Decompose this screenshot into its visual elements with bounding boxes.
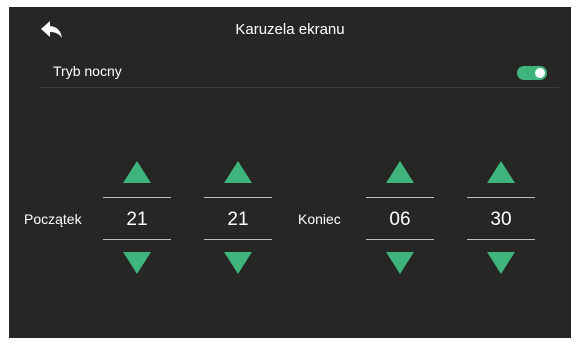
end-minute-down-button[interactable] [486, 250, 516, 276]
night-mode-label: Tryb nocny [53, 63, 122, 79]
toggle-knob [535, 68, 545, 78]
value-line [204, 239, 272, 240]
end-hour-value[interactable]: 06 [366, 209, 434, 231]
value-line [366, 197, 434, 198]
start-hour-down-button[interactable] [122, 250, 152, 276]
start-minute-down-button[interactable] [223, 250, 253, 276]
page-title: Karuzela ekranu [235, 21, 345, 38]
triangle-up-icon [386, 161, 414, 183]
end-minute-up-button[interactable] [486, 159, 516, 185]
triangle-up-icon [224, 161, 252, 183]
start-hour-spinner: 21 [103, 157, 171, 281]
screen: Karuzela ekranu Tryb nocny Początek 21 2… [9, 7, 571, 338]
divider [39, 87, 559, 88]
start-minute-value[interactable]: 21 [204, 209, 272, 231]
end-label: Koniec [298, 211, 341, 227]
start-hour-up-button[interactable] [122, 159, 152, 185]
end-minute-value[interactable]: 30 [467, 209, 535, 231]
start-label: Początek [24, 211, 82, 227]
night-mode-toggle[interactable] [517, 66, 547, 80]
triangle-down-icon [487, 252, 515, 274]
start-minute-spinner: 21 [204, 157, 272, 281]
triangle-down-icon [123, 252, 151, 274]
triangle-up-icon [487, 161, 515, 183]
start-hour-value[interactable]: 21 [103, 209, 171, 231]
end-hour-up-button[interactable] [385, 159, 415, 185]
triangle-down-icon [224, 252, 252, 274]
end-minute-spinner: 30 [467, 157, 535, 281]
triangle-up-icon [123, 161, 151, 183]
value-line [467, 239, 535, 240]
value-line [103, 197, 171, 198]
triangle-down-icon [386, 252, 414, 274]
value-line [467, 197, 535, 198]
value-line [366, 239, 434, 240]
end-hour-spinner: 06 [366, 157, 434, 281]
value-line [103, 239, 171, 240]
value-line [204, 197, 272, 198]
start-minute-up-button[interactable] [223, 159, 253, 185]
end-hour-down-button[interactable] [385, 250, 415, 276]
